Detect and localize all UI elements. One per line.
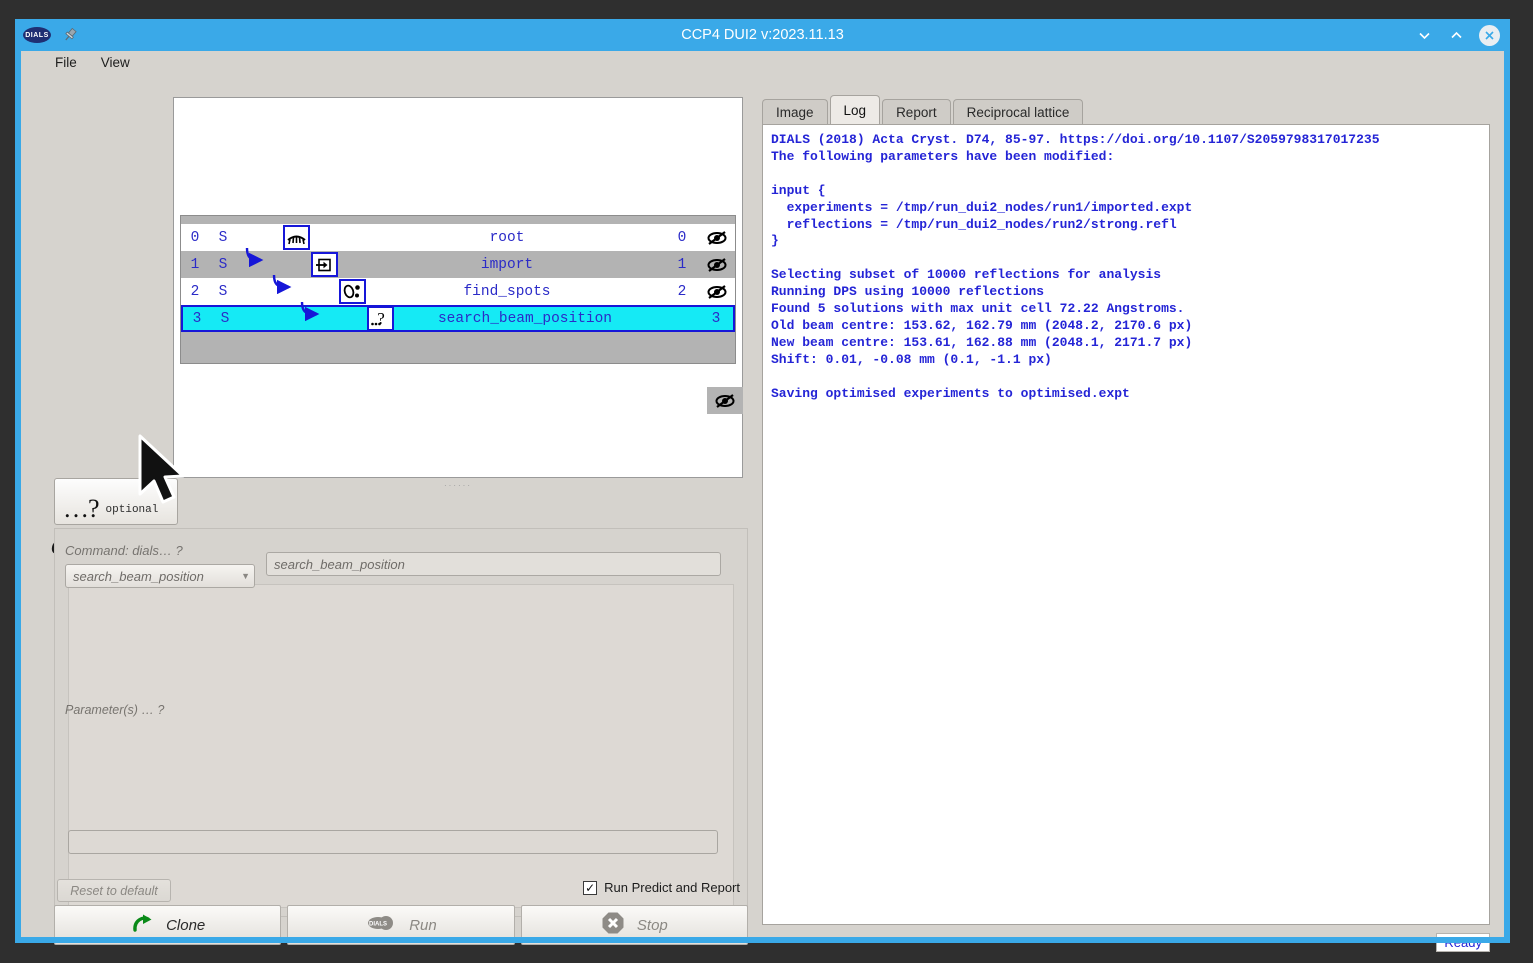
parameters-hint: Parameter(s) … ? [65,703,165,717]
row-status: S [218,256,228,273]
run-button-label: Run [409,916,437,934]
row-number: 2 [677,283,687,300]
row-index: 0 [190,229,200,246]
client-area: 0 S root 0 1 S import 1 2 S find_spots 2… [21,73,1504,952]
tab-log[interactable]: Log [829,95,881,124]
close-button[interactable] [1479,24,1500,46]
row-name: import [480,256,534,273]
row-icon-cell [237,224,355,251]
desktop-background: DIALS CCP4 DUI2 v:2023.11.13 File View 0… [0,0,1533,963]
command-input[interactable]: search_beam_position [266,552,721,576]
run-button[interactable]: DIALS Run [287,905,515,945]
right-pane: Image Log Report Reciprocal lattice DIAL… [752,73,1504,952]
reset-button-label: Reset to default [70,883,158,898]
tab-report[interactable]: Report [882,99,951,124]
clone-arrow-icon [130,912,154,939]
row-name: root [489,229,525,246]
row-name: search_beam_position [437,310,613,327]
clone-button-label: Clone [166,916,206,934]
stop-button[interactable]: Stop [520,905,748,945]
question-dots-icon: …? [63,494,100,523]
command-select-value: search_beam_position [73,568,204,584]
command-label: Command: dials… ? [65,543,183,558]
run-predict-label: Run Predict and Report [604,880,740,895]
row-index: 3 [192,310,202,327]
optional-stage-button[interactable]: …? optional [54,478,178,525]
row-number: 3 [711,310,721,327]
optional-button-label: optional [105,504,159,516]
tab-image[interactable]: Image [762,99,828,124]
row-status: S [220,310,230,327]
command-select[interactable]: search_beam_position ▼ [65,564,255,588]
horizontal-splitter[interactable]: ······ [173,481,743,490]
row-icon-cell [237,278,366,305]
status-badge: Ready [1436,933,1490,952]
table-row[interactable]: 3 S ? search_beam_position 3 [181,305,735,332]
tab-reciprocal-lattice[interactable]: Reciprocal lattice [952,99,1084,124]
eye-slash-icon[interactable] [707,387,743,414]
node-tree-canvas[interactable]: 0 S root 0 1 S import 1 2 S find_spots 2… [173,97,743,478]
row-status: S [218,229,228,246]
tab-bar: Image Log Report Reciprocal lattice [762,95,1085,124]
table-row[interactable]: 1 S import 1 [181,251,735,278]
log-output-panel[interactable]: DIALS (2018) Acta Cryst. D74, 85-97. htt… [762,124,1490,925]
parameters-inner-panel [68,584,734,908]
dials-run-icon: DIALS [365,912,397,939]
maximize-button[interactable] [1447,26,1465,44]
import-icon[interactable] [311,252,338,277]
find-spots-icon[interactable] [339,279,366,304]
row-number: 0 [677,229,687,246]
action-button-bar: Clone DIALS Run Stop [54,905,748,945]
window-title: CCP4 DUI2 v:2023.11.13 [681,27,844,43]
eye-slash-icon[interactable] [699,284,735,300]
table-row[interactable]: 2 S find_spots 2 [181,278,735,305]
clone-button[interactable]: Clone [54,905,282,945]
row-number: 1 [677,256,687,273]
row-index: 2 [190,283,200,300]
left-pane: 0 S root 0 1 S import 1 2 S find_spots 2… [21,73,748,945]
minimize-button[interactable] [1415,26,1433,44]
node-tree-list: 0 S root 0 1 S import 1 2 S find_spots 2… [180,215,736,364]
stop-button-label: Stop [636,916,668,934]
chevron-down-icon: ▼ [241,571,250,581]
stop-octagon-icon [601,911,625,940]
dials-logo-icon: DIALS [23,27,51,43]
row-status: S [218,283,228,300]
title-bar: DIALS CCP4 DUI2 v:2023.11.13 [15,19,1510,51]
row-name: find_spots [463,283,551,300]
window-controls [1415,24,1504,46]
svg-text:?: ? [377,310,385,328]
eyelash-icon[interactable] [283,225,310,250]
table-row[interactable]: 0 S root 0 [181,224,735,251]
reset-to-default-button[interactable]: Reset to default [57,879,171,902]
application-window: DIALS CCP4 DUI2 v:2023.11.13 File View 0… [14,18,1511,952]
menu-item-file[interactable]: File [43,53,89,72]
run-predict-and-report-toggle[interactable]: ✓ Run Predict and Report [583,880,740,895]
row-index: 1 [190,256,200,273]
eye-slash-icon[interactable] [699,257,735,273]
eye-slash-icon[interactable] [699,230,735,246]
svg-text:DIALS: DIALS [369,921,387,927]
pushpin-icon[interactable] [61,26,79,44]
run-predict-checkbox[interactable]: ✓ [583,880,598,895]
menu-bar: File View [21,51,1504,73]
optional-icon[interactable]: ? [367,306,394,331]
row-icon-cell [237,251,355,278]
command-input-value: search_beam_position [274,556,405,572]
log-output-text: DIALS (2018) Acta Cryst. D74, 85-97. htt… [771,132,1380,401]
row-icon-cell: ? [239,306,394,331]
menu-item-view[interactable]: View [89,53,142,72]
parameter-search-input[interactable] [68,830,718,854]
